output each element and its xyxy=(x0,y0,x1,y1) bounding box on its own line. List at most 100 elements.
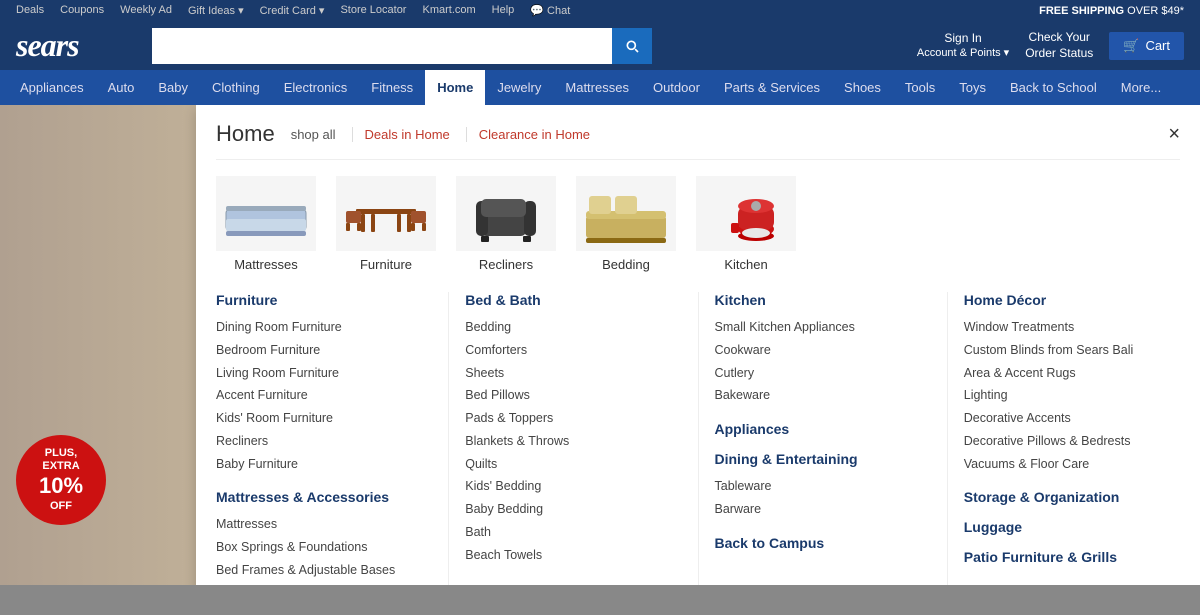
sale-off: OFF xyxy=(50,500,72,513)
mega-menu: Home shop all Deals in Home Clearance in… xyxy=(196,105,1200,585)
free-shipping-banner: FREE SHIPPING OVER $49* xyxy=(1039,5,1184,17)
link-quilts[interactable]: Quilts xyxy=(465,453,681,476)
search-input[interactable] xyxy=(152,28,612,64)
link-bakeware[interactable]: Bakeware xyxy=(715,384,931,407)
sale-plus: PLUS, xyxy=(45,447,77,460)
credit-card-link[interactable]: Credit Card ▾ xyxy=(260,4,325,17)
link-tableware[interactable]: Tableware xyxy=(715,475,931,498)
clearance-in-home-link[interactable]: Clearance in Home xyxy=(466,127,590,142)
nav-back-to-school[interactable]: Back to School xyxy=(998,70,1109,105)
link-dining-room[interactable]: Dining Room Furniture xyxy=(216,316,432,339)
col-heading-back-to-campus[interactable]: Back to Campus xyxy=(715,535,931,551)
nav-home[interactable]: Home xyxy=(425,70,485,105)
nav-toys[interactable]: Toys xyxy=(947,70,998,105)
link-recliners[interactable]: Recliners xyxy=(216,430,432,453)
link-vacuums[interactable]: Vacuums & Floor Care xyxy=(964,453,1180,476)
link-pads-toppers[interactable]: Pads & Toppers xyxy=(465,407,681,430)
link-sheets[interactable]: Sheets xyxy=(465,362,681,385)
furniture-label: Furniture xyxy=(360,257,412,272)
utility-links: Deals Coupons Weekly Ad Gift Ideas ▾ Cre… xyxy=(16,4,570,17)
nav-baby[interactable]: Baby xyxy=(146,70,200,105)
nav-tools[interactable]: Tools xyxy=(893,70,947,105)
link-bed-frames[interactable]: Bed Frames & Adjustable Bases xyxy=(216,559,432,582)
link-comforters[interactable]: Comforters xyxy=(465,339,681,362)
nav-jewelry[interactable]: Jewelry xyxy=(485,70,553,105)
link-living-room[interactable]: Living Room Furniture xyxy=(216,362,432,385)
link-cutlery[interactable]: Cutlery xyxy=(715,362,931,385)
col-heading-storage-organization[interactable]: Storage & Organization xyxy=(964,489,1180,505)
furniture-image xyxy=(336,176,436,251)
link-window-treatments[interactable]: Window Treatments xyxy=(964,316,1180,339)
category-furniture[interactable]: Furniture xyxy=(336,176,436,272)
link-lighting[interactable]: Lighting xyxy=(964,384,1180,407)
bedding-label: Bedding xyxy=(602,257,650,272)
mega-menu-header: Home shop all Deals in Home Clearance in… xyxy=(216,121,1180,160)
link-bed-pillows[interactable]: Bed Pillows xyxy=(465,384,681,407)
cart-button[interactable]: 🛒 Cart xyxy=(1109,32,1184,60)
link-bath[interactable]: Bath xyxy=(465,521,681,544)
menu-col-home-decor: Home Décor Window Treatments Custom Blin… xyxy=(964,292,1180,585)
coupons-link[interactable]: Coupons xyxy=(60,4,104,17)
link-blankets-throws[interactable]: Blankets & Throws xyxy=(465,430,681,453)
store-locator-link[interactable]: Store Locator xyxy=(340,4,406,17)
link-accent[interactable]: Accent Furniture xyxy=(216,384,432,407)
search-button[interactable] xyxy=(612,28,652,64)
link-baby-furniture[interactable]: Baby Furniture xyxy=(216,453,432,476)
close-menu-button[interactable]: × xyxy=(1168,124,1180,144)
header-right: Sign In Account & Points ▾ Check Your Or… xyxy=(917,30,1184,61)
deals-in-home-link[interactable]: Deals in Home xyxy=(352,127,450,142)
bedding-svg xyxy=(581,181,671,246)
link-decorative-accents[interactable]: Decorative Accents xyxy=(964,407,1180,430)
nav-outdoor[interactable]: Outdoor xyxy=(641,70,712,105)
link-kids-bedding[interactable]: Kids' Bedding xyxy=(465,475,681,498)
link-mattresses[interactable]: Mattresses xyxy=(216,513,432,536)
link-small-kitchen[interactable]: Small Kitchen Appliances xyxy=(715,316,931,339)
utility-bar: Deals Coupons Weekly Ad Gift Ideas ▾ Cre… xyxy=(0,0,1200,21)
link-beach-towels[interactable]: Beach Towels xyxy=(465,544,681,567)
link-box-springs[interactable]: Box Springs & Foundations xyxy=(216,536,432,559)
col-heading-appliances[interactable]: Appliances xyxy=(715,421,931,437)
link-decorative-pillows[interactable]: Decorative Pillows & Bedrests xyxy=(964,430,1180,453)
nav-mattresses[interactable]: Mattresses xyxy=(553,70,641,105)
sign-in-button[interactable]: Sign In Account & Points ▾ xyxy=(917,31,1009,61)
nav-auto[interactable]: Auto xyxy=(96,70,147,105)
link-baby-bedding[interactable]: Baby Bedding xyxy=(465,498,681,521)
category-mattresses[interactable]: Mattresses xyxy=(216,176,316,272)
link-custom-blinds[interactable]: Custom Blinds from Sears Bali xyxy=(964,339,1180,362)
cart-icon: 🛒 xyxy=(1123,38,1139,54)
col-heading-bed-bath: Bed & Bath xyxy=(465,292,681,308)
nav-parts-services[interactable]: Parts & Services xyxy=(712,70,832,105)
link-bedroom[interactable]: Bedroom Furniture xyxy=(216,339,432,362)
weekly-ad-link[interactable]: Weekly Ad xyxy=(120,4,172,17)
order-status[interactable]: Check Your Order Status xyxy=(1025,30,1093,61)
link-bedding[interactable]: Bedding xyxy=(465,316,681,339)
search-container xyxy=(152,28,652,64)
gift-ideas-link[interactable]: Gift Ideas ▾ xyxy=(188,4,244,17)
nav-fitness[interactable]: Fitness xyxy=(359,70,425,105)
recliners-image xyxy=(456,176,556,251)
link-kids-room[interactable]: Kids' Room Furniture xyxy=(216,407,432,430)
account-points-label: Account & Points ▾ xyxy=(917,46,1009,60)
sale-percent: 10% xyxy=(39,473,83,499)
category-recliners[interactable]: Recliners xyxy=(456,176,556,272)
col-heading-patio[interactable]: Patio Furniture & Grills xyxy=(964,549,1180,565)
help-link[interactable]: Help xyxy=(492,4,515,17)
mega-menu-shop-all[interactable]: shop all xyxy=(291,127,336,142)
link-barware[interactable]: Barware xyxy=(715,498,931,521)
deals-link[interactable]: Deals xyxy=(16,4,44,17)
col-heading-luggage[interactable]: Luggage xyxy=(964,519,1180,535)
category-images-row: Mattresses xyxy=(216,176,1180,272)
link-cookware[interactable]: Cookware xyxy=(715,339,931,362)
mattresses-svg xyxy=(221,184,311,244)
kmart-link[interactable]: Kmart.com xyxy=(422,4,475,17)
nav-clothing[interactable]: Clothing xyxy=(200,70,272,105)
link-area-rugs[interactable]: Area & Accent Rugs xyxy=(964,362,1180,385)
nav-electronics[interactable]: Electronics xyxy=(272,70,360,105)
nav-more[interactable]: More... xyxy=(1109,70,1173,105)
site-logo[interactable]: sears xyxy=(16,27,136,64)
category-kitchen[interactable]: Kitchen xyxy=(696,176,796,272)
nav-appliances[interactable]: Appliances xyxy=(8,70,96,105)
chat-link[interactable]: 💬 Chat xyxy=(530,4,570,17)
nav-shoes[interactable]: Shoes xyxy=(832,70,893,105)
category-bedding[interactable]: Bedding xyxy=(576,176,676,272)
